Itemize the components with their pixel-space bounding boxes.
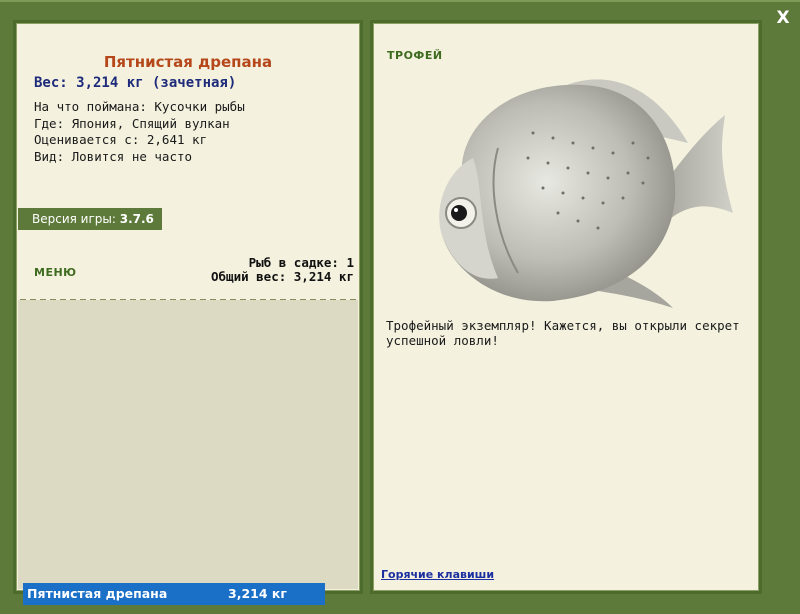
fish-image (439, 79, 733, 308)
info-location: Где: Япония, Спящий вулкан (34, 115, 230, 131)
total-weight: Общий вес: 3,214 кг (211, 269, 354, 284)
keepnet-stats: Рыб в садке: 1 Общий вес: 3,214 кг (211, 256, 354, 284)
close-button[interactable]: X (774, 8, 792, 28)
trophy-label: ТРОФЕЙ (387, 49, 443, 62)
catch-list: Пятнистая дрепана 3,214 кг (18, 300, 358, 605)
info-rarity: Вид: Ловится не часто (34, 148, 193, 164)
fish-weight: Вес: 3,214 кг (зачетная) (34, 75, 237, 91)
catch-item-name: Пятнистая дрепана (27, 586, 168, 601)
fish-count: Рыб в садке: 1 (248, 255, 354, 270)
fish-name-title: Пятнистая дрепана (103, 53, 273, 71)
catch-list-item[interactable]: Пятнистая дрепана 3,214 кг (23, 583, 325, 605)
hotkeys-link[interactable]: Горячие клавиши (381, 568, 494, 581)
menu-button[interactable]: МЕНЮ (34, 266, 77, 279)
info-min-weight: Оценивается с: 2,641 кг (34, 132, 208, 147)
version-value: 3.7.6 (119, 212, 154, 226)
version-badge: Версия игры: 3.7.6 (18, 208, 162, 230)
info-bait: На что поймана: Кусочки рыбы (34, 99, 245, 114)
catch-info-panel: Пятнистая дрепана Вес: 3,214 кг (зачетна… (13, 20, 363, 605)
game-window: X Пятнистая дрепана Вес: 3,214 кг (зачет… (0, 0, 800, 614)
close-icon: X (776, 8, 790, 28)
trophy-message: Трофейный экземпляр! Кажется, вы открыли… (386, 318, 740, 348)
catch-item-weight: 3,214 кг (228, 586, 287, 601)
version-label: Версия игры: (32, 212, 116, 226)
fish-info: На что поймана: Кусочки рыбы Где: Япония… (34, 99, 245, 165)
trophy-panel: ТРОФЕЙ Трофейный экземпляр! Кажется, вы … (370, 20, 762, 594)
